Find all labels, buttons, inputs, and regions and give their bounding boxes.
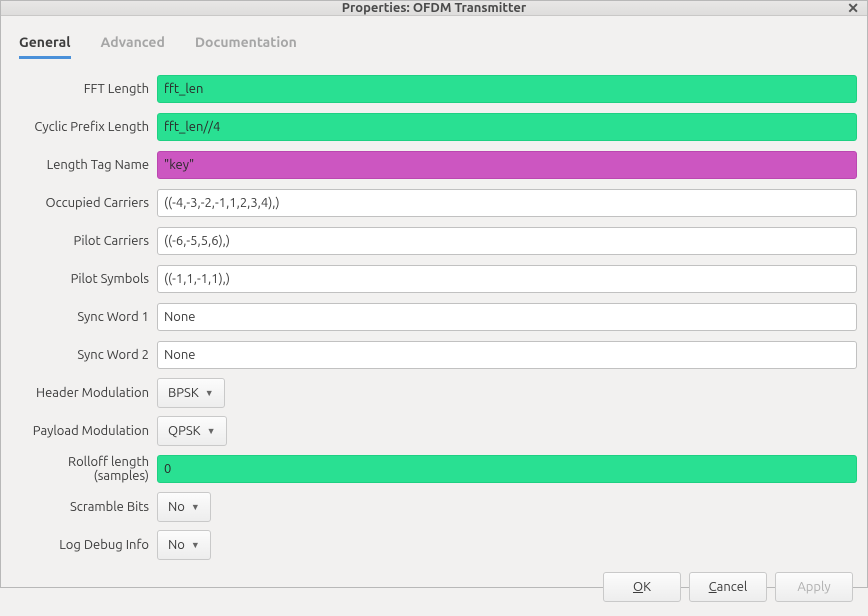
select-header-modulation[interactable]: BPSK ▼ <box>157 378 225 408</box>
row-payload-modulation: Payload Modulation QPSK ▼ <box>11 416 857 446</box>
select-payload-modulation[interactable]: QPSK ▼ <box>157 416 227 446</box>
input-pilot-symbols[interactable] <box>157 265 857 293</box>
select-header-modulation-value: BPSK <box>168 386 199 400</box>
apply-button[interactable]: Apply <box>775 572 853 602</box>
input-fft-length[interactable] <box>157 75 857 103</box>
close-icon[interactable]: ✕ <box>847 1 859 15</box>
cancel-button[interactable]: Cancel <box>689 572 767 602</box>
row-sync-word-1: Sync Word 1 <box>11 302 857 332</box>
label-fft-length: FFT Length <box>11 82 153 96</box>
label-log-debug-info: Log Debug Info <box>11 538 153 552</box>
tab-bar: General Advanced Documentation <box>1 16 867 60</box>
label-payload-modulation: Payload Modulation <box>11 424 153 438</box>
label-sync-word-2: Sync Word 2 <box>11 348 153 362</box>
ok-mnemonic: O <box>633 580 643 594</box>
input-rolloff-length[interactable] <box>157 455 857 483</box>
chevron-down-icon: ▼ <box>191 502 200 512</box>
label-occupied-carriers: Occupied Carriers <box>11 196 153 210</box>
select-scramble-bits[interactable]: No ▼ <box>157 492 211 522</box>
row-log-debug-info: Log Debug Info No ▼ <box>11 530 857 560</box>
row-fft-length: FFT Length <box>11 74 857 104</box>
row-occupied-carriers: Occupied Carriers <box>11 188 857 218</box>
cancel-rest: ancel <box>717 580 748 594</box>
row-sync-word-2: Sync Word 2 <box>11 340 857 370</box>
titlebar: Properties: OFDM Transmitter ✕ <box>1 1 867 16</box>
label-header-modulation: Header Modulation <box>11 386 153 400</box>
properties-dialog: Properties: OFDM Transmitter ✕ General A… <box>0 0 868 588</box>
label-pilot-symbols: Pilot Symbols <box>11 272 153 286</box>
row-header-modulation: Header Modulation BPSK ▼ <box>11 378 857 408</box>
ok-button[interactable]: OK <box>603 572 681 602</box>
row-scramble-bits: Scramble Bits No ▼ <box>11 492 857 522</box>
label-rolloff-length: Rolloff length (samples) <box>11 455 153 483</box>
select-payload-modulation-value: QPSK <box>168 424 201 438</box>
input-sync-word-2[interactable] <box>157 341 857 369</box>
dialog-footer: OK Cancel Apply <box>1 560 867 616</box>
tab-documentation[interactable]: Documentation <box>195 34 297 59</box>
chevron-down-icon: ▼ <box>205 388 214 398</box>
row-pilot-symbols: Pilot Symbols <box>11 264 857 294</box>
window-title: Properties: OFDM Transmitter <box>342 1 526 15</box>
input-length-tag-name[interactable] <box>157 151 857 179</box>
input-pilot-carriers[interactable] <box>157 227 857 255</box>
label-length-tag-name: Length Tag Name <box>11 158 153 172</box>
form-area: FFT Length Cyclic Prefix Length Length T… <box>1 60 867 560</box>
row-pilot-carriers: Pilot Carriers <box>11 226 857 256</box>
ok-rest: K <box>643 580 651 594</box>
input-cp-length[interactable] <box>157 113 857 141</box>
select-log-debug-info-value: No <box>168 538 185 552</box>
label-sync-word-1: Sync Word 1 <box>11 310 153 324</box>
select-log-debug-info[interactable]: No ▼ <box>157 530 211 560</box>
select-scramble-bits-value: No <box>168 500 185 514</box>
input-occupied-carriers[interactable] <box>157 189 857 217</box>
dialog-content: General Advanced Documentation FFT Lengt… <box>1 16 867 616</box>
row-rolloff-length: Rolloff length (samples) <box>11 454 857 484</box>
label-cp-length: Cyclic Prefix Length <box>11 120 153 134</box>
label-pilot-carriers: Pilot Carriers <box>11 234 153 248</box>
cancel-mnemonic: C <box>709 580 717 594</box>
chevron-down-icon: ▼ <box>207 426 216 436</box>
row-length-tag-name: Length Tag Name <box>11 150 857 180</box>
chevron-down-icon: ▼ <box>191 540 200 550</box>
tab-general[interactable]: General <box>19 34 71 59</box>
input-sync-word-1[interactable] <box>157 303 857 331</box>
row-cp-length: Cyclic Prefix Length <box>11 112 857 142</box>
tab-advanced[interactable]: Advanced <box>101 34 165 59</box>
label-scramble-bits: Scramble Bits <box>11 500 153 514</box>
